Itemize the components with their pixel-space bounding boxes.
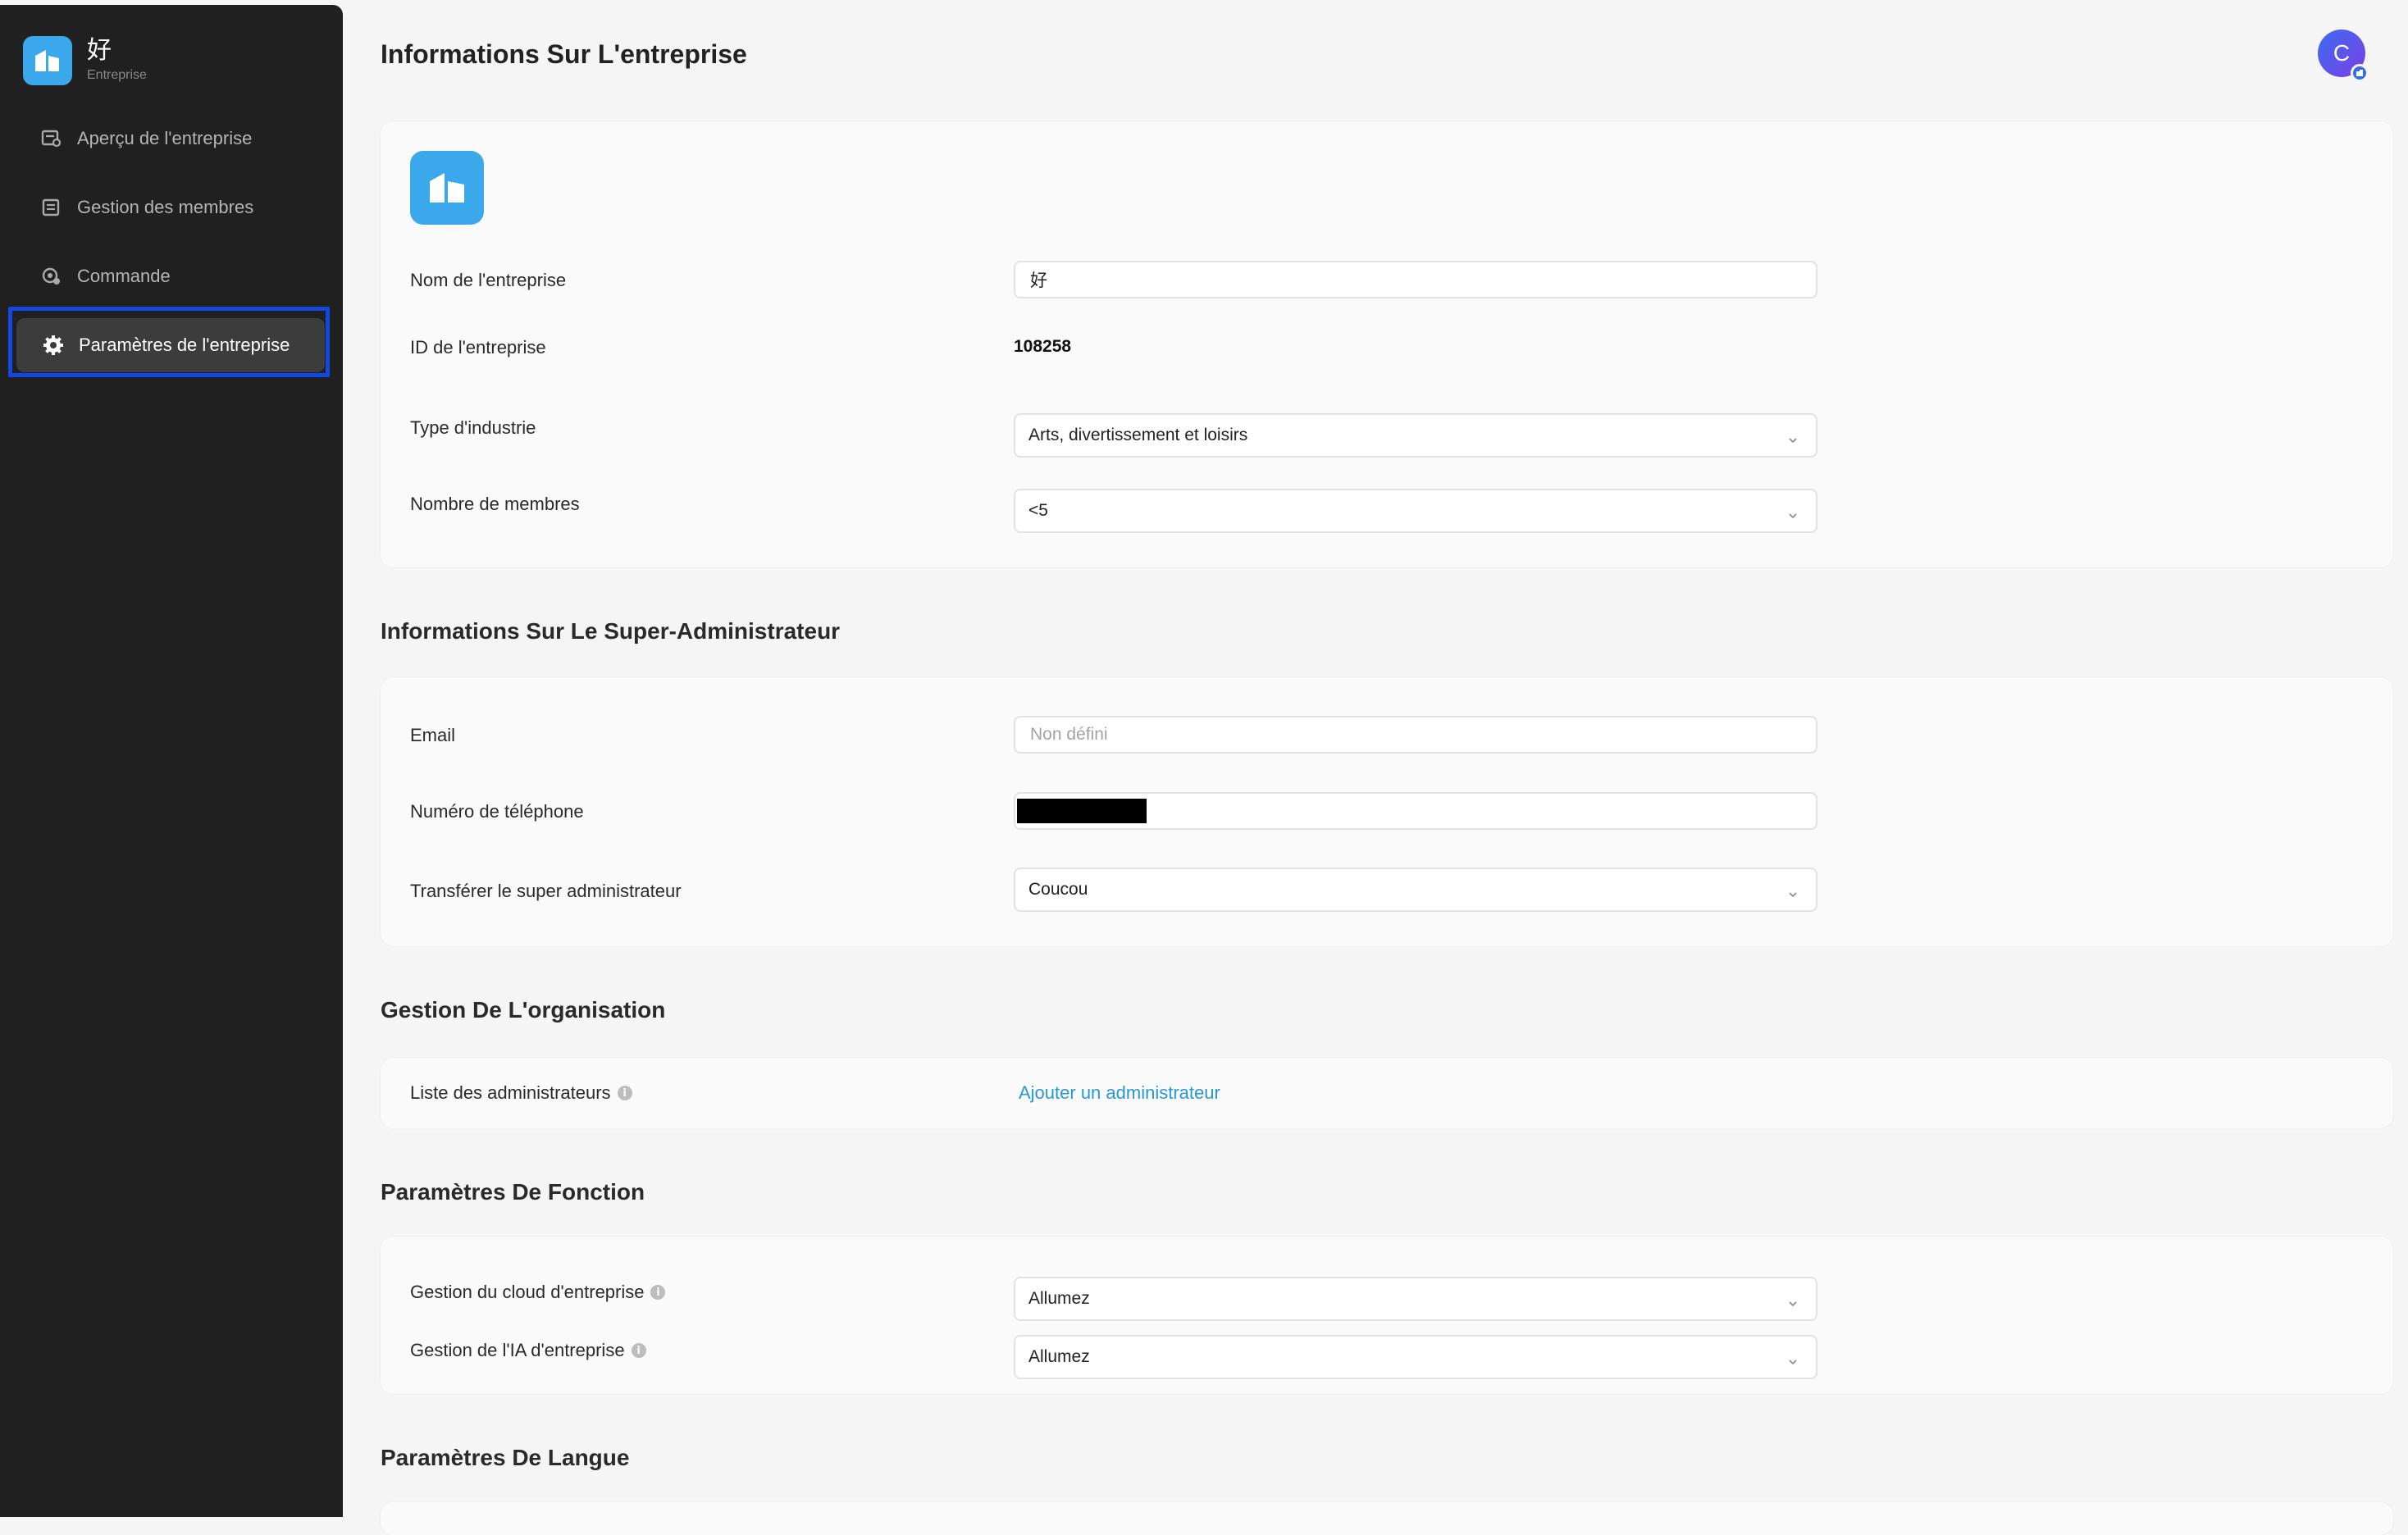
cloud-management-select[interactable]: Allumez <box>1014 1277 1817 1321</box>
chevron-down-icon <box>1788 506 1798 519</box>
chevron-down-icon <box>1788 1294 1798 1307</box>
industry-label: Type d'industrie <box>410 417 536 438</box>
transfer-admin-label: Transférer le super administrateur <box>410 881 682 901</box>
industry-select[interactable]: Arts, divertissement et loisirs <box>1014 413 1817 458</box>
ai-management-label: Gestion de l'IA d'entreprise i <box>410 1340 646 1361</box>
selection-highlight <box>8 307 330 377</box>
language-card <box>381 1502 2393 1535</box>
company-logo-icon <box>23 36 72 85</box>
info-icon[interactable]: i <box>631 1343 646 1358</box>
info-icon[interactable]: i <box>650 1285 666 1300</box>
sidebar-item-label: Commande <box>77 266 171 286</box>
cloud-management-value: Allumez <box>1028 1289 1090 1308</box>
company-name-label: Nom de l'entreprise <box>410 270 567 290</box>
cloud-management-label: Gestion du cloud d'entreprise i <box>410 1282 666 1303</box>
sidebar-item-overview[interactable]: Aperçu de l'entreprise <box>15 110 326 167</box>
email-field[interactable] <box>1014 716 1817 754</box>
page-title: Informations Sur L'entreprise <box>381 39 747 69</box>
sidebar-item-order[interactable]: Commande <box>15 248 326 305</box>
chevron-down-icon <box>1788 885 1798 898</box>
company-name-input[interactable] <box>1028 269 1816 290</box>
organisation-card <box>381 1058 2393 1128</box>
features-section-title: Paramètres De Fonction <box>381 1179 645 1205</box>
chevron-down-icon <box>1788 430 1798 444</box>
members-count-select[interactable]: <5 <box>1014 489 1817 533</box>
overview-icon <box>39 126 64 151</box>
company-logo-upload[interactable] <box>410 151 484 225</box>
members-icon <box>39 195 64 220</box>
email-input[interactable] <box>1028 724 1816 745</box>
super-admin-section-title: Informations Sur Le Super-Administrateur <box>381 618 841 644</box>
company-logo-icon <box>426 170 467 206</box>
sidebar-item-members[interactable]: Gestion des membres <box>15 179 326 236</box>
language-section-title: Paramètres De Langue <box>381 1445 630 1470</box>
ai-management-value: Allumez <box>1028 1347 1090 1366</box>
phone-label: Numéro de téléphone <box>410 801 584 822</box>
members-count-label: Nombre de membres <box>410 494 580 514</box>
brand-subtitle: Entreprise <box>87 68 147 82</box>
order-icon <box>39 264 64 289</box>
transfer-admin-select[interactable]: Coucou <box>1014 868 1817 912</box>
ai-management-select[interactable]: Allumez <box>1014 1335 1817 1379</box>
avatar-badge-icon <box>2351 64 2369 82</box>
company-id-value: 108258 <box>1014 337 1072 356</box>
info-icon[interactable]: i <box>617 1086 632 1100</box>
admin-list-label: Liste des administrateurs i <box>410 1082 632 1104</box>
company-name-field[interactable] <box>1014 261 1817 298</box>
redacted-phone-number <box>1017 799 1147 823</box>
company-id-label: ID de l'entreprise <box>410 337 546 358</box>
sidebar-item-label: Gestion des membres <box>77 197 254 217</box>
email-label: Email <box>410 725 456 745</box>
chevron-down-icon <box>1788 1352 1798 1365</box>
cloud-management-label-text: Gestion du cloud d'entreprise <box>410 1282 645 1302</box>
organisation-section-title: Gestion De L'organisation <box>381 997 666 1023</box>
industry-value: Arts, divertissement et loisirs <box>1028 426 1248 444</box>
admin-list-label-text: Liste des administrateurs <box>410 1082 611 1103</box>
members-count-value: <5 <box>1028 501 1048 520</box>
brand[interactable]: 好 Entreprise <box>23 36 147 85</box>
transfer-admin-value: Coucou <box>1028 880 1088 899</box>
ai-management-label-text: Gestion de l'IA d'entreprise <box>410 1340 625 1360</box>
sidebar-item-label: Aperçu de l'entreprise <box>77 128 253 148</box>
add-admin-link[interactable]: Ajouter un administrateur <box>1019 1082 1220 1104</box>
sidebar: 好 Entreprise Aperçu de l'entreprise Gest… <box>0 5 343 1517</box>
brand-name: 好 <box>87 36 112 65</box>
